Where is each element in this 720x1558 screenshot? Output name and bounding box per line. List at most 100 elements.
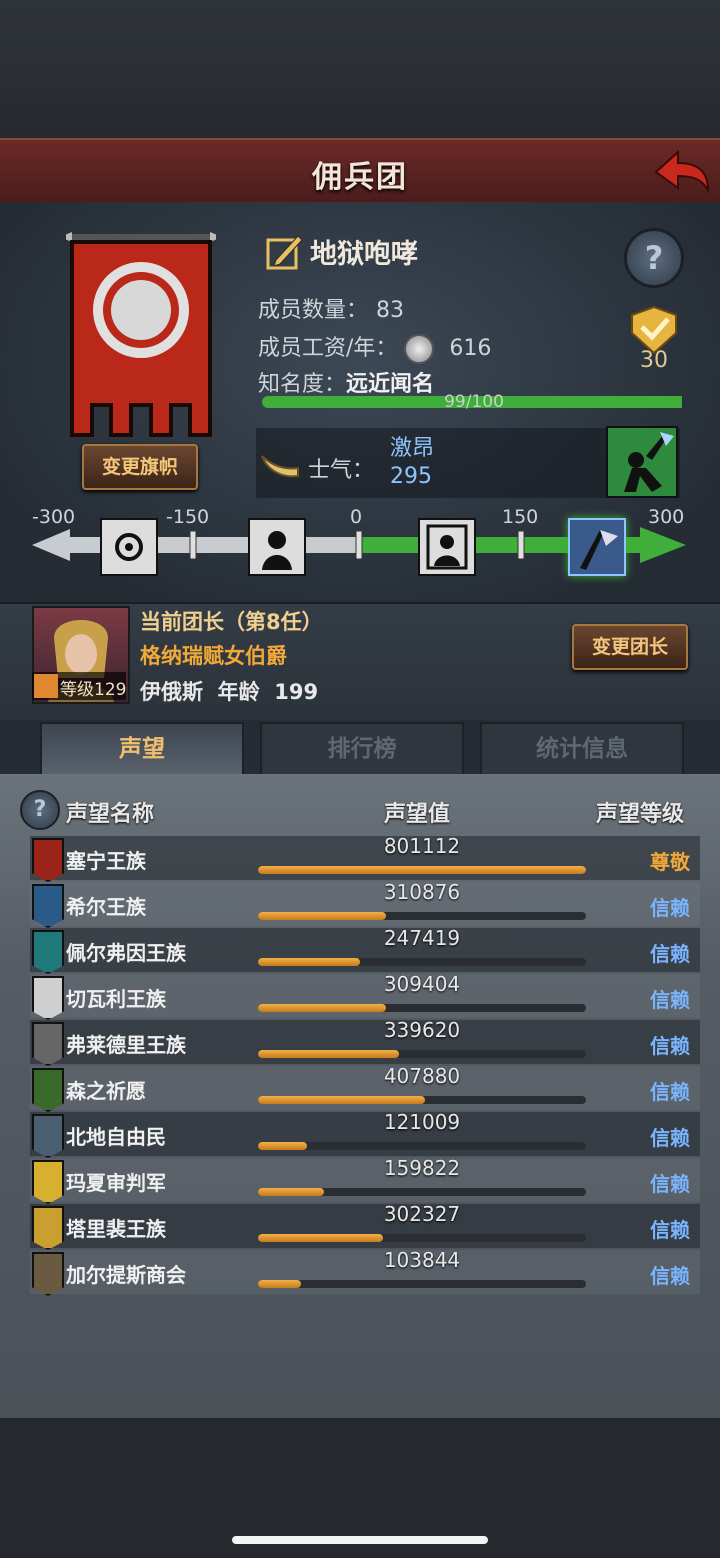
salary-label: 成员工资/年： <box>258 336 398 361</box>
morale-calm-icon[interactable] <box>418 518 476 576</box>
back-arrow-icon[interactable] <box>652 146 712 196</box>
edit-name-icon[interactable] <box>266 232 304 270</box>
horn-icon <box>261 455 299 478</box>
reputation-bar-fill <box>258 1050 400 1058</box>
help-button[interactable]: ? <box>624 228 684 288</box>
reputation-bar-fill <box>258 1280 301 1288</box>
morale-charge-icon <box>606 426 678 498</box>
morale-high-icon[interactable] <box>568 518 626 576</box>
reputation-bar-fill <box>258 1096 426 1104</box>
reputation-bar-fill <box>258 912 386 920</box>
reputation-value: 121009 <box>383 1110 461 1134</box>
scale-tick: 0 <box>350 506 363 528</box>
reputation-value: 103844 <box>383 1248 461 1272</box>
salary-row: 成员工资/年： 616 <box>258 330 491 364</box>
class-icon <box>34 674 58 698</box>
reputation-value: 247419 <box>383 926 461 950</box>
reputation-row[interactable]: 森之祈愿 407880 信赖 <box>30 1064 700 1112</box>
reputation-level: 信赖 <box>650 1126 690 1150</box>
reputation-name: 佩尔弗因王族 <box>66 941 186 965</box>
level-badge: 等级129 <box>32 672 126 700</box>
morale-state: 激昂 <box>390 436 435 461</box>
top-background <box>0 0 720 140</box>
reputation-name: 塞宁王族 <box>66 849 146 873</box>
morale-value: 295 <box>390 464 432 489</box>
reputation-name: 塔里裴王族 <box>66 1217 166 1241</box>
reputation-value: 309404 <box>383 972 461 996</box>
reputation-value: 801112 <box>383 834 461 858</box>
title-bar: 佣兵团 <box>0 138 720 207</box>
reputation-row[interactable]: 佩尔弗因王族 247419 信赖 <box>30 926 700 974</box>
reputation-bar-fill <box>258 1004 386 1012</box>
reputation-bar <box>258 1280 586 1288</box>
reputation-name: 弗莱德里王族 <box>66 1033 186 1057</box>
grey-banner-icon <box>32 1022 64 1066</box>
reputation-row[interactable]: 弗莱德里王族 339620 信赖 <box>30 1018 700 1066</box>
column-header-name: 声望名称 <box>66 802 155 827</box>
reputation-name: 加尔提斯商会 <box>66 1263 186 1287</box>
scale-tick: 300 <box>648 506 685 528</box>
reputation-bar-fill <box>258 866 586 874</box>
morale-label: 士气： <box>308 458 375 483</box>
morale-despair-icon[interactable] <box>248 518 306 576</box>
fame-progress-text: 99/100 <box>444 392 504 412</box>
reputation-bar <box>258 866 586 874</box>
reputation-row[interactable]: 玛夏审判军 159822 信赖 <box>30 1156 700 1204</box>
medal-value: 30 <box>640 348 668 373</box>
reputation-value: 339620 <box>383 1018 461 1042</box>
reputation-row[interactable]: 北地自由民 121009 信赖 <box>30 1110 700 1158</box>
reputation-bar <box>258 1096 586 1104</box>
reputation-value: 310876 <box>383 880 461 904</box>
chest-banner-icon <box>32 1252 64 1296</box>
reputation-bar <box>258 1050 586 1058</box>
scale-tick: -300 <box>32 506 76 528</box>
question-icon: ? <box>33 797 47 822</box>
reputation-level: 信赖 <box>650 896 690 920</box>
home-indicator[interactable] <box>232 1536 488 1544</box>
tab-ranking[interactable]: 排行榜 <box>260 722 464 776</box>
team-name: 地狱咆哮 <box>310 239 418 270</box>
scale-tick: -150 <box>166 506 210 528</box>
leader-race-age: 伊俄斯 年龄 199 <box>140 680 319 704</box>
tab-reputation[interactable]: 声望 <box>40 722 244 774</box>
reputation-row[interactable]: 切瓦利王族 309404 信赖 <box>30 972 700 1020</box>
reputation-row[interactable]: 塞宁王族 801112 尊敬 <box>30 834 700 882</box>
scale-tick: 150 <box>502 506 539 528</box>
reputation-level: 信赖 <box>650 1218 690 1242</box>
reputation-value: 302327 <box>383 1202 461 1226</box>
reputation-bar-fill <box>258 958 360 966</box>
reputation-bar-fill <box>258 1188 324 1196</box>
column-header-level: 声望等级 <box>596 802 685 827</box>
members-row: 成员数量： 83 <box>258 292 404 324</box>
reputation-row[interactable]: 希尔王族 310876 信赖 <box>30 880 700 928</box>
question-icon: ? <box>644 239 664 277</box>
reputation-value: 407880 <box>383 1064 461 1088</box>
reputation-level: 尊敬 <box>650 850 690 874</box>
team-banner-icon <box>66 232 216 437</box>
teal-banner-icon <box>32 930 64 974</box>
leader-level: 等级129 <box>60 680 127 700</box>
change-banner-button[interactable]: 变更旗帜 <box>82 444 198 490</box>
axe-banner-icon <box>32 1114 64 1158</box>
reputation-bar <box>258 958 586 966</box>
reputation-row[interactable]: 塔里裴王族 302327 信赖 <box>30 1202 700 1250</box>
reputation-row[interactable]: 加尔提斯商会 103844 信赖 <box>30 1248 700 1296</box>
morale-chaos-icon[interactable] <box>100 518 158 576</box>
reputation-level: 信赖 <box>650 1172 690 1196</box>
change-leader-button[interactable]: 变更团长 <box>572 624 688 670</box>
crown-banner-icon <box>32 1206 64 1250</box>
reputation-help-button[interactable]: ? <box>20 790 60 830</box>
reputation-bar <box>258 1142 586 1150</box>
tab-statistics[interactable]: 统计信息 <box>480 722 684 776</box>
leader-title: 当前团长（第8任） <box>140 610 323 634</box>
reputation-bar-fill <box>258 1142 308 1150</box>
reputation-name: 切瓦利王族 <box>66 987 166 1011</box>
reputation-bar <box>258 1004 586 1012</box>
reputation-name: 希尔王族 <box>66 895 146 919</box>
reputation-level: 信赖 <box>650 942 690 966</box>
reputation-bar <box>258 1234 586 1242</box>
tree-banner-icon <box>32 1068 64 1112</box>
reputation-value: 159822 <box>383 1156 461 1180</box>
leader-name: 格纳瑞赋女伯爵 <box>140 644 287 668</box>
column-header-value: 声望值 <box>384 802 451 827</box>
